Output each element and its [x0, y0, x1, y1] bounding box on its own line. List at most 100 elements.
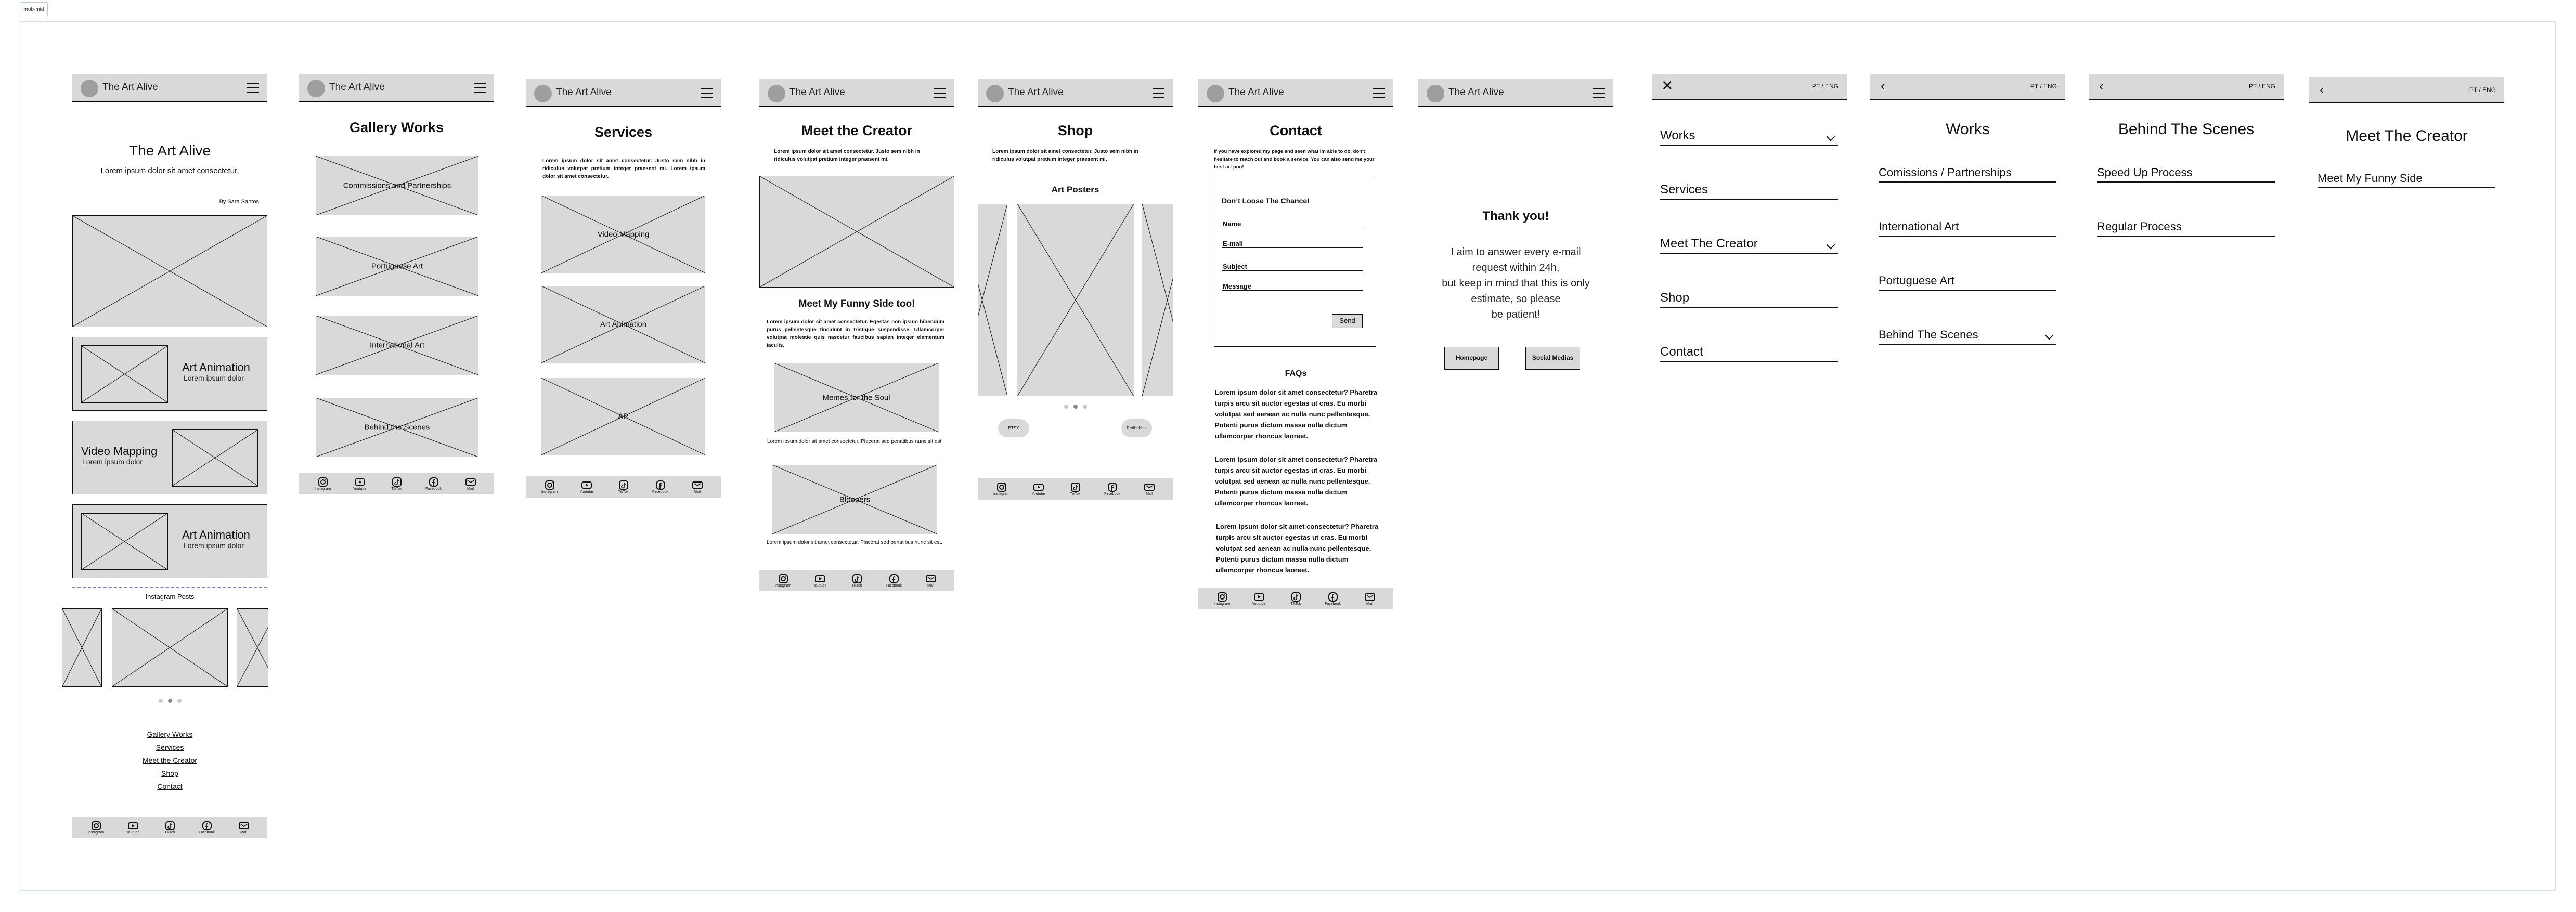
- language-toggle[interactable]: PT / ENG: [2469, 86, 2496, 94]
- link-services[interactable]: Services: [156, 743, 184, 751]
- footer-link-youtube[interactable]: Youtube: [807, 574, 833, 588]
- name-field[interactable]: Name: [1222, 220, 1363, 228]
- footer-link-facebook[interactable]: Facebook: [421, 477, 447, 491]
- logo[interactable]: [307, 80, 325, 97]
- bloopers-tile[interactable]: Bloopers: [772, 465, 937, 534]
- etsy-button[interactable]: ETSY: [998, 419, 1029, 437]
- carousel-dots[interactable]: [72, 696, 267, 706]
- footer-link-facebook[interactable]: Facebook: [648, 480, 674, 494]
- footer-link-tiktok[interactable]: TikTok: [611, 480, 637, 494]
- service-card[interactable]: Art Animation Lorem ipsum dolor: [72, 337, 267, 411]
- gallery-tile[interactable]: Portuguese Art: [316, 237, 478, 296]
- link-gallery-works[interactable]: Gallery Works: [147, 730, 193, 738]
- link-contact[interactable]: Contact: [157, 782, 182, 790]
- poster-current[interactable]: [1017, 204, 1134, 396]
- footer-link-tiktok[interactable]: TikTok: [1063, 482, 1089, 496]
- redbubble-button[interactable]: Redbubble: [1121, 419, 1152, 437]
- hamburger-menu-icon[interactable]: [1373, 88, 1385, 98]
- chevron-down-icon[interactable]: [2044, 331, 2054, 340]
- footer-link-mail[interactable]: Mail: [231, 820, 257, 835]
- footer-link-mail[interactable]: Mail: [684, 480, 710, 494]
- logo[interactable]: [986, 85, 1004, 102]
- footer-link-youtube[interactable]: Youtube: [347, 477, 373, 491]
- back-chevron-icon[interactable]: ‹: [2320, 82, 2324, 98]
- gallery-tile[interactable]: Commissions and Partnerships: [316, 156, 478, 215]
- send-button[interactable]: Send: [1332, 314, 1363, 328]
- email-field[interactable]: E-mail: [1222, 240, 1363, 248]
- footer-link-instagram[interactable]: Instagram: [310, 477, 336, 491]
- language-toggle[interactable]: PT / ENG: [2249, 83, 2275, 90]
- carousel-dots[interactable]: [978, 402, 1173, 411]
- service-card[interactable]: Video Mapping Lorem ipsum dolor: [72, 421, 267, 494]
- back-chevron-icon[interactable]: ‹: [1881, 78, 1885, 94]
- submenu-item[interactable]: Meet My Funny Side: [2318, 172, 2495, 188]
- submenu-item[interactable]: Speed Up Process: [2097, 166, 2275, 183]
- language-toggle[interactable]: PT / ENG: [1812, 83, 1839, 90]
- footer-link-tiktok[interactable]: TikTok: [157, 820, 183, 835]
- carousel-dot-active[interactable]: [1073, 405, 1078, 409]
- footer-link-instagram[interactable]: Instagram: [770, 574, 796, 588]
- footer-link-tiktok[interactable]: TikTok: [1283, 592, 1309, 606]
- footer-link-youtube[interactable]: Youtube: [120, 820, 146, 835]
- footer-link-facebook[interactable]: Facebook: [1099, 482, 1125, 496]
- footer-link-tiktok[interactable]: TikTok: [844, 574, 870, 588]
- submenu-item-behind-the-scenes[interactable]: Behind The Scenes: [1879, 328, 2056, 345]
- carousel-item-prev[interactable]: [62, 608, 102, 687]
- social-medias-button[interactable]: Social Medias: [1525, 347, 1580, 370]
- footer-link-mail[interactable]: Mail: [458, 477, 484, 491]
- footer-link-youtube[interactable]: Youtube: [574, 480, 600, 494]
- carousel-dot-active[interactable]: [167, 699, 172, 703]
- footer-link-facebook[interactable]: Facebook: [1320, 592, 1346, 606]
- footer-link-facebook[interactable]: Facebook: [881, 574, 907, 588]
- menu-item-meet-the-creator[interactable]: Meet The Creator: [1660, 237, 1838, 254]
- footer-link-mail[interactable]: Mail: [1136, 482, 1162, 496]
- logo[interactable]: [81, 80, 98, 97]
- gallery-tile[interactable]: Behind the Scenes: [316, 398, 478, 457]
- submenu-item[interactable]: Portuguese Art: [1879, 274, 2056, 291]
- carousel-dot[interactable]: [1082, 405, 1087, 409]
- footer-link-instagram[interactable]: Instagram: [83, 820, 109, 835]
- carousel-item-current[interactable]: [112, 608, 228, 687]
- submenu-item[interactable]: Regular Process: [2097, 220, 2275, 237]
- service-tile[interactable]: AR: [541, 378, 705, 455]
- homepage-button[interactable]: Homepage: [1444, 347, 1499, 370]
- footer-link-facebook[interactable]: Facebook: [194, 820, 220, 835]
- chevron-down-icon[interactable]: [1826, 132, 1835, 141]
- menu-item-services[interactable]: Services: [1660, 183, 1838, 200]
- carousel-dot[interactable]: [158, 699, 163, 703]
- logo[interactable]: [1207, 85, 1224, 102]
- footer-link-mail[interactable]: Mail: [918, 574, 944, 588]
- hamburger-menu-icon[interactable]: [701, 88, 713, 98]
- footer-link-instagram[interactable]: Instagram: [989, 482, 1015, 496]
- link-shop[interactable]: Shop: [161, 769, 178, 777]
- hamburger-menu-icon[interactable]: [247, 83, 259, 93]
- service-card[interactable]: Art Animation Lorem ipsum dolor: [72, 504, 267, 578]
- footer-link-instagram[interactable]: Instagram: [1209, 592, 1235, 606]
- back-chevron-icon[interactable]: ‹: [2099, 78, 2104, 94]
- footer-link-youtube[interactable]: Youtube: [1246, 592, 1272, 606]
- service-tile[interactable]: Video Mapping: [541, 196, 705, 273]
- menu-item-shop[interactable]: Shop: [1660, 291, 1838, 308]
- service-tile[interactable]: Art Animation: [541, 286, 705, 363]
- hamburger-menu-icon[interactable]: [474, 83, 486, 93]
- logo[interactable]: [768, 85, 785, 102]
- submenu-item[interactable]: Comissions / Partnerships: [1879, 166, 2056, 183]
- hamburger-menu-icon[interactable]: [934, 88, 946, 98]
- memes-tile[interactable]: Memes for the Soul: [774, 363, 939, 432]
- menu-item-contact[interactable]: Contact: [1660, 345, 1838, 362]
- footer-link-youtube[interactable]: Youtube: [1026, 482, 1052, 496]
- carousel-dot[interactable]: [177, 699, 182, 703]
- footer-link-instagram[interactable]: Instagram: [537, 480, 563, 494]
- subject-field[interactable]: Subject: [1222, 263, 1363, 271]
- carousel-dot[interactable]: [1064, 405, 1068, 409]
- close-icon[interactable]: ✕: [1661, 77, 1673, 95]
- submenu-item[interactable]: International Art: [1879, 220, 2056, 237]
- gallery-tile[interactable]: International Art: [316, 316, 478, 375]
- hamburger-menu-icon[interactable]: [1153, 88, 1164, 98]
- logo[interactable]: [534, 85, 552, 102]
- message-field[interactable]: Message: [1222, 282, 1363, 291]
- language-toggle[interactable]: PT / ENG: [2030, 83, 2057, 90]
- chevron-down-icon[interactable]: [1826, 240, 1835, 250]
- hamburger-menu-icon[interactable]: [1593, 88, 1605, 98]
- logo[interactable]: [1427, 85, 1444, 102]
